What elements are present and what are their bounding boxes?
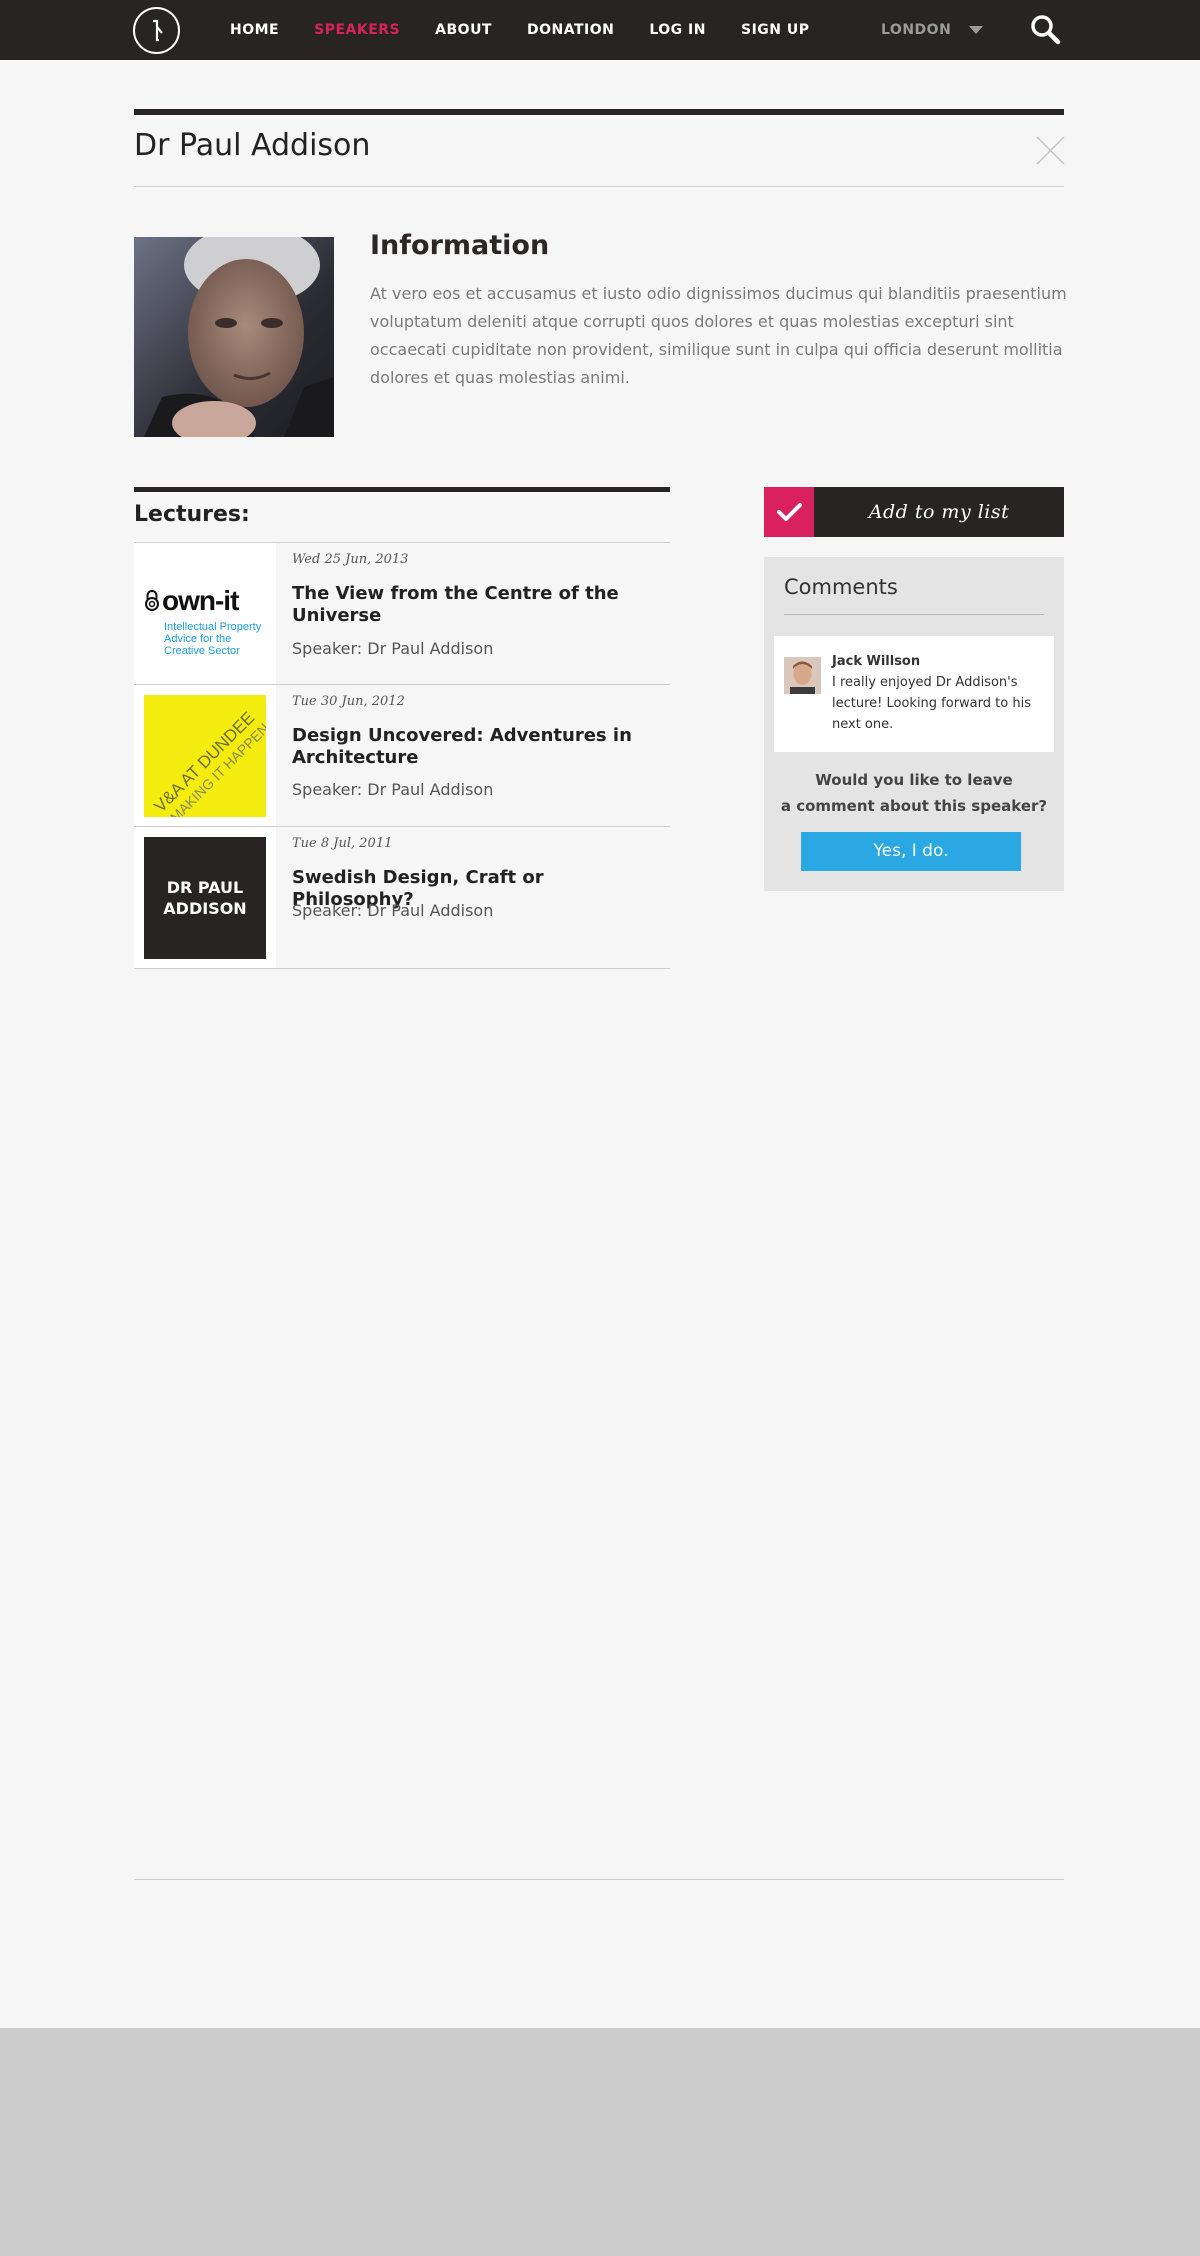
city-selector-label: LONDON xyxy=(881,22,952,38)
nav-donation-link[interactable]: DONATION xyxy=(527,22,614,38)
own-it-brand: own-it xyxy=(162,585,239,616)
leave-comment-button[interactable]: Yes, I do. xyxy=(801,832,1021,871)
padlock-icon xyxy=(145,590,159,611)
page-title: Dr Paul Addison xyxy=(134,128,371,163)
poster-line-1: V&A AT DUNDEE xyxy=(150,708,259,816)
nav-login-link[interactable]: LOG IN xyxy=(649,22,706,38)
chevron-down-icon xyxy=(969,26,984,34)
own-it-logo: own-it Intellectual Property Advice for … xyxy=(144,553,266,675)
lecture-speaker: Speaker: Dr Paul Addison xyxy=(292,780,494,799)
lecture-date: Tue 8 Jul, 2011 xyxy=(292,836,393,851)
title-divider xyxy=(134,186,1064,187)
city-selector[interactable]: LONDON xyxy=(881,0,984,60)
nav-about-link[interactable]: ABOUT xyxy=(435,22,492,38)
lecture-thumbnail[interactable]: DR PAUL ADDISON xyxy=(134,827,276,968)
lectures-list: own-it Intellectual Property Advice for … xyxy=(134,542,670,969)
comments-heading: Comments xyxy=(784,575,898,599)
lecture-date: Wed 25 Jun, 2013 xyxy=(292,552,409,567)
va-dundee-poster: V&A AT DUNDEE MAKING IT HAPPEN xyxy=(144,695,266,817)
footer-divider xyxy=(134,1879,1064,1880)
lecture-thumbnail[interactable]: V&A AT DUNDEE MAKING IT HAPPEN xyxy=(134,685,276,826)
add-to-my-list-button[interactable]: Add to my list xyxy=(764,487,1064,537)
nav-speakers-link[interactable]: SPEAKERS xyxy=(314,22,400,38)
main-nav: HOME SPEAKERS ABOUT DONATION LOG IN SIGN… xyxy=(230,0,845,60)
lecture-speaker: Speaker: Dr Paul Addison xyxy=(292,901,494,920)
title-top-rule xyxy=(134,109,1064,115)
lecture-thumbnail[interactable]: own-it Intellectual Property Advice for … xyxy=(134,543,276,684)
nav-signup-link[interactable]: SIGN UP xyxy=(741,22,810,38)
close-icon[interactable] xyxy=(1036,136,1065,165)
lecture-title[interactable]: Design Uncovered: Adventures in Architec… xyxy=(292,725,662,769)
speaker-portrait xyxy=(134,237,334,437)
comments-panel: Comments Jack Willson I really enjoyed D… xyxy=(764,557,1064,891)
site-logo-icon[interactable] xyxy=(133,7,180,54)
own-it-tagline: Intellectual Property Advice for the Cre… xyxy=(164,621,262,657)
page-footer xyxy=(0,2028,1200,2256)
lectures-heading: Lectures: xyxy=(134,502,250,527)
lecture-item[interactable]: own-it Intellectual Property Advice for … xyxy=(134,543,670,685)
lectures-top-rule xyxy=(134,487,670,492)
search-icon[interactable] xyxy=(1028,12,1064,48)
comments-divider xyxy=(784,614,1044,615)
checkmark-icon xyxy=(764,487,814,537)
lecture-date: Tue 30 Jun, 2012 xyxy=(292,694,405,709)
add-to-my-list-label: Add to my list xyxy=(868,501,1010,523)
speaker-name-tile-text: DR PAUL ADDISON xyxy=(163,878,247,918)
speaker-name-tile: DR PAUL ADDISON xyxy=(144,837,266,959)
lecture-title[interactable]: The View from the Centre of the Universe xyxy=(292,583,662,627)
lecture-item[interactable]: V&A AT DUNDEE MAKING IT HAPPEN Tue 30 Ju… xyxy=(134,685,670,827)
information-text: At vero eos et accusamus et iusto odio d… xyxy=(370,284,1067,387)
lecture-item[interactable]: DR PAUL ADDISON Tue 8 Jul, 2011 Swedish … xyxy=(134,827,670,969)
leave-comment-prompt: Would you like to leave a comment about … xyxy=(780,771,1048,815)
top-navigation-bar: HOME SPEAKERS ABOUT DONATION LOG IN SIGN… xyxy=(0,0,1200,60)
lecture-speaker: Speaker: Dr Paul Addison xyxy=(292,639,494,658)
comment-card: Jack Willson I really enjoyed Dr Addison… xyxy=(774,636,1054,752)
avatar xyxy=(784,657,821,694)
comment-author: Jack Willson xyxy=(832,654,921,669)
comment-text: I really enjoyed Dr Addison's lecture! L… xyxy=(832,675,1031,732)
information-heading: Information xyxy=(370,230,550,261)
nav-home-link[interactable]: HOME xyxy=(230,22,279,38)
